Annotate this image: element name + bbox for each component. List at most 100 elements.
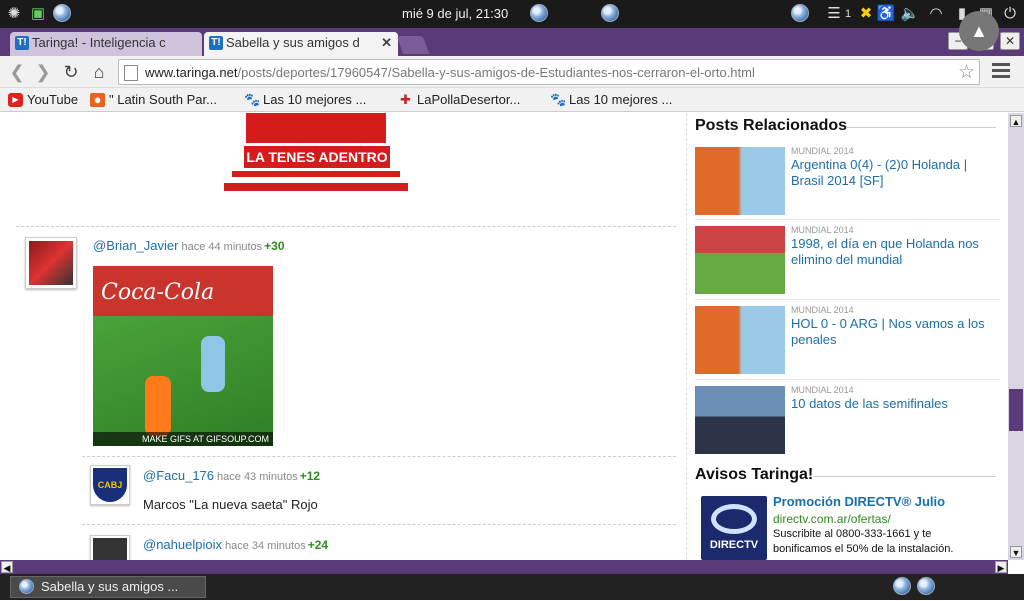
vertical-scroll-thumb[interactable] — [1009, 389, 1023, 431]
url-host: www.taringa.net — [145, 65, 238, 80]
scroll-down-arrow-icon[interactable]: ▼ — [1010, 546, 1022, 558]
bookmark-label: " Latin South Par... — [109, 92, 217, 107]
related-thumb — [695, 226, 785, 294]
comment-username[interactable]: @Brian_Javier — [93, 238, 178, 253]
avatar-boca[interactable]: CABJ — [90, 465, 130, 505]
os-top-panel: ✺ ▣ mié 9 de jul, 21:30 ☰ 1 ✖ ♿ 🔈 ◠ ▮ ▦ … — [0, 0, 1024, 28]
world-icon[interactable] — [790, 4, 810, 24]
related-posts-title: Posts Relacionados — [695, 117, 848, 134]
tab-sabella-active[interactable]: T! Sabella y sus amigos d ✕ — [204, 32, 398, 56]
accessibility-icon[interactable]: ♿ — [876, 4, 896, 24]
gif-ad-text: Coca-Cola — [101, 280, 215, 305]
wifi-icon[interactable]: ◠ — [926, 4, 946, 24]
related-title[interactable]: HOL 0 - 0 ARG | Nos vamos a los penales — [791, 316, 997, 348]
reload-button[interactable]: ↻ — [60, 61, 82, 83]
update-icon[interactable]: ✖ — [856, 4, 876, 24]
new-tab-button[interactable] — [396, 36, 430, 54]
horizontal-scrollbar[interactable]: ◀ ▶ — [0, 560, 1008, 574]
taskbar-window-button[interactable]: Sabella y sus amigos ... — [10, 576, 206, 598]
paw-icon: 🐾 — [550, 92, 567, 107]
taskbar-window-label: Sabella y sus amigos ... — [41, 579, 179, 594]
tab-taringa[interactable]: T! Taringa! - Inteligencia c — [10, 32, 202, 56]
bookmark-star-icon[interactable]: ☆ — [958, 61, 975, 84]
tab-strip: T! Taringa! - Inteligencia c T! Sabella … — [0, 28, 1024, 56]
page-content: LA TENES ADENTRO @Brian_Javier hace 44 mi… — [0, 113, 1008, 560]
sidebar: Posts Relacionados MUNDIAL 2014 Argentin… — [686, 113, 1008, 560]
comment-username[interactable]: @Facu_176 — [143, 468, 214, 483]
gif-pitch — [93, 316, 273, 446]
related-thumb — [695, 306, 785, 374]
comment-username[interactable]: @nahuelpioix — [143, 537, 222, 552]
bookmarks-bar: ▶ YouTube ● " Latin South Par... 🐾 Las 1… — [0, 88, 1024, 112]
banner-bar — [224, 183, 408, 191]
related-post[interactable]: MUNDIAL 2014 HOL 0 - 0 ARG | Nos vamos a… — [695, 299, 1000, 377]
related-title[interactable]: 10 datos de las semifinales — [791, 396, 997, 412]
browser-launcher-icon[interactable] — [52, 4, 72, 24]
scroll-left-arrow-icon[interactable]: ◀ — [1, 561, 13, 573]
forward-button[interactable]: ❯ — [32, 61, 54, 83]
browser-toolbar: ❮ ❯ ↻ ⌂ www.taringa.net/posts/deportes/1… — [0, 56, 1024, 88]
related-title[interactable]: 1998, el día en que Holanda nos elimino … — [791, 236, 997, 268]
gif-player-orange — [145, 376, 171, 436]
taskbar: Sabella y sus amigos ... — [0, 574, 1024, 600]
url-path: /posts/deportes/17960547/Sabella-y-sus-a… — [237, 65, 755, 80]
tab-label: Sabella y sus amigos d — [226, 35, 360, 50]
comment-header: @Brian_Javier hace 44 minutos +30 — [93, 238, 285, 253]
banner-logo: LA TENES ADENTRO — [224, 113, 408, 193]
gif-ad-board: Coca-Cola — [93, 266, 273, 316]
directv-logo[interactable]: DIRECTV — [701, 496, 767, 560]
scroll-up-arrow-icon[interactable]: ▲ — [1010, 115, 1022, 127]
avatar[interactable] — [90, 535, 130, 560]
volume-icon[interactable]: 🔈 — [900, 4, 920, 24]
power-icon[interactable]: ⏻ — [1000, 4, 1020, 24]
bookmark-label: Las 10 mejores ... — [263, 92, 367, 107]
bookmark-label: LaPollaDesertor... — [417, 92, 521, 107]
bookmark-lapolla[interactable]: ✚ LaPollaDesertor... — [398, 92, 520, 107]
tray-globe-icon-2[interactable] — [916, 577, 936, 597]
taringa-favicon-icon: T! — [15, 36, 29, 50]
home-button[interactable]: ⌂ — [88, 61, 110, 83]
related-post[interactable]: MUNDIAL 2014 Argentina 0(4) - (2)0 Holan… — [695, 141, 1000, 219]
close-tab-icon[interactable]: ✕ — [381, 32, 392, 54]
bookmark-las-10-mejores[interactable]: 🐾 Las 10 mejores ... — [244, 92, 366, 107]
clock[interactable]: mié 9 de jul, 21:30 — [402, 6, 508, 21]
url-text[interactable]: www.taringa.net/posts/deportes/17960547/… — [145, 65, 755, 80]
back-button[interactable]: ❮ — [6, 61, 28, 83]
scroll-right-arrow-icon[interactable]: ▶ — [995, 561, 1007, 573]
notification-badge[interactable]: 1 — [838, 4, 858, 24]
monitor-icon[interactable]: ▣ — [28, 4, 48, 24]
comment-gif-image[interactable]: Coca-Cola MAKE GIFS AT GIFSOUP.COM — [93, 266, 273, 446]
avatar[interactable] — [25, 237, 77, 289]
bookmark-label: YouTube — [27, 92, 79, 107]
related-post[interactable]: MUNDIAL 2014 10 datos de las semifinales — [695, 379, 1000, 457]
ad-title[interactable]: Promoción DIRECTV® Julio — [773, 494, 945, 509]
divider — [82, 456, 676, 457]
ad-url[interactable]: directv.com.ar/ofertas/ — [773, 512, 891, 526]
related-title[interactable]: Argentina 0(4) - (2)0 Holanda | Brasil 2… — [791, 157, 997, 189]
related-category: MUNDIAL 2014 — [791, 146, 854, 156]
tray-globe-icon[interactable] — [892, 577, 912, 597]
youtube-icon: ▶ — [8, 93, 23, 107]
tab-label: Taringa! - Inteligencia c — [32, 35, 166, 50]
bookmark-youtube[interactable]: ▶ YouTube — [8, 92, 78, 107]
chrome-menu-button[interactable] — [992, 63, 1010, 81]
related-post[interactable]: MUNDIAL 2014 1998, el día en que Holanda… — [695, 219, 1000, 297]
comment-time: hace 43 minutos — [217, 471, 298, 483]
comment-header: @Facu_176 hace 43 minutos +12 — [143, 468, 320, 483]
paw-icon: 🐾 — [244, 92, 261, 107]
bookmark-latin-south[interactable]: ● " Latin South Par... — [90, 92, 217, 107]
os-menu-icon[interactable]: ✺ — [4, 4, 24, 24]
scroll-to-top-button[interactable]: ▲ — [959, 11, 999, 51]
network-globe-icon[interactable] — [600, 4, 620, 24]
bookmark-las-10-mejores-2[interactable]: 🐾 Las 10 mejores ... — [550, 92, 672, 107]
banner-big-text-block — [246, 113, 386, 143]
comment-header: @nahuelpioix hace 34 minutos +24 — [143, 537, 328, 552]
close-window-button[interactable]: ✕ — [1000, 32, 1020, 50]
divider — [16, 226, 676, 227]
ads-title: Avisos Taringa! — [695, 466, 814, 483]
comment-score: +24 — [307, 538, 329, 552]
weather-icon[interactable] — [529, 4, 549, 24]
address-bar[interactable]: www.taringa.net/posts/deportes/17960547/… — [118, 59, 980, 85]
vertical-scrollbar[interactable]: ▲ ▼ — [1008, 113, 1024, 560]
chevron-up-icon: ▲ — [970, 21, 988, 41]
